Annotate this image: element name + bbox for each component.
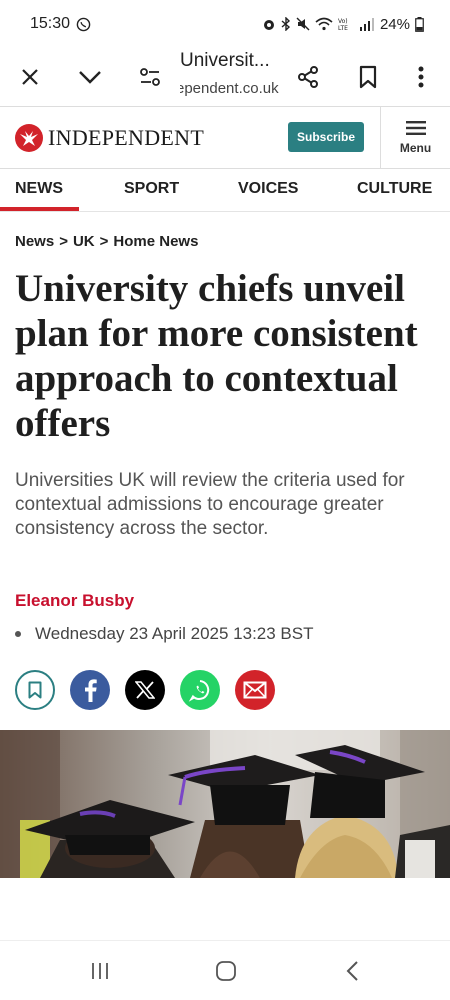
share-buttons [15,670,275,710]
breadcrumb-uk[interactable]: UK [73,233,95,250]
svg-text:Vo): Vo) [338,18,348,25]
article-dateline: Wednesday 23 April 2025 13:23 BST [15,624,313,644]
site-header: INDEPENDENT Subscribe Menu [0,107,450,169]
hamburger-icon [405,121,426,135]
bookmark-icon[interactable] [15,670,55,710]
bullet-icon [15,631,21,637]
section-nav: NEWS SPORT VOICES CULTURE [0,169,450,211]
url-text: ependent.co.uk [180,80,279,97]
article-headline: University chiefs unveil plan for more c… [15,267,418,445]
breadcrumb-separator: > [99,233,109,250]
share-icon[interactable] [290,59,326,95]
system-nav-bar [0,940,450,1000]
browser-toolbar: Universit... ependent.co.uk [0,48,450,106]
breadcrumb-separator: > [59,233,68,250]
bookmark-icon[interactable] [350,59,386,95]
nav-item-voices[interactable]: VOICES [238,180,298,198]
wifi-icon [315,17,333,31]
article-standfirst: Universities UK will review the criteria… [15,470,405,539]
author-link[interactable]: Eleanor Busby [15,591,134,611]
facebook-icon[interactable] [70,670,110,710]
breadcrumb: News > UK > Home News [15,233,198,250]
whatsapp-icon [76,17,91,32]
bluetooth-icon [281,17,291,31]
back-icon[interactable] [338,959,368,983]
graduation-caps-image [0,730,450,878]
email-icon[interactable] [235,670,275,710]
menu-button[interactable]: Menu [381,107,450,169]
page-settings-icon[interactable] [132,59,168,95]
site-logo[interactable]: INDEPENDENT [14,123,204,153]
svg-text:LTE: LTE [338,25,348,31]
status-time: 15:30 [30,15,71,32]
logo-text: INDEPENDENT [48,125,205,150]
chevron-down-icon[interactable] [72,59,108,95]
address-bar[interactable]: Universit... ependent.co.uk [180,48,290,106]
nav-item-culture[interactable]: CULTURE [357,180,432,198]
volte-icon: Vo) LTE [338,17,354,31]
menu-label: Menu [399,141,432,155]
status-bar: 15:30 Vo) LTE 24% [0,0,450,48]
battery-level: 24% [379,15,410,33]
mute-icon [296,17,310,31]
battery-icon [415,16,424,32]
whatsapp-icon[interactable] [180,670,220,710]
tab-title: Universit... [180,50,270,71]
alarm-icon [262,17,276,31]
close-icon[interactable] [12,59,48,95]
signal-icon [359,17,375,31]
breadcrumb-news[interactable]: News [15,233,54,250]
article-hero-image[interactable] [0,730,450,878]
home-icon[interactable] [211,959,241,983]
nav-item-sport[interactable]: SPORT [124,180,179,198]
more-icon[interactable] [403,59,439,95]
recent-apps-icon[interactable] [85,959,115,983]
breadcrumb-home-news[interactable]: Home News [113,233,198,250]
divider [0,211,450,212]
x-icon[interactable] [125,670,165,710]
subscribe-button[interactable]: Subscribe [288,122,364,152]
article-date: Wednesday 23 April 2025 13:23 BST [35,624,314,643]
nav-item-news[interactable]: NEWS [15,180,63,198]
eagle-logo-icon [15,124,43,152]
